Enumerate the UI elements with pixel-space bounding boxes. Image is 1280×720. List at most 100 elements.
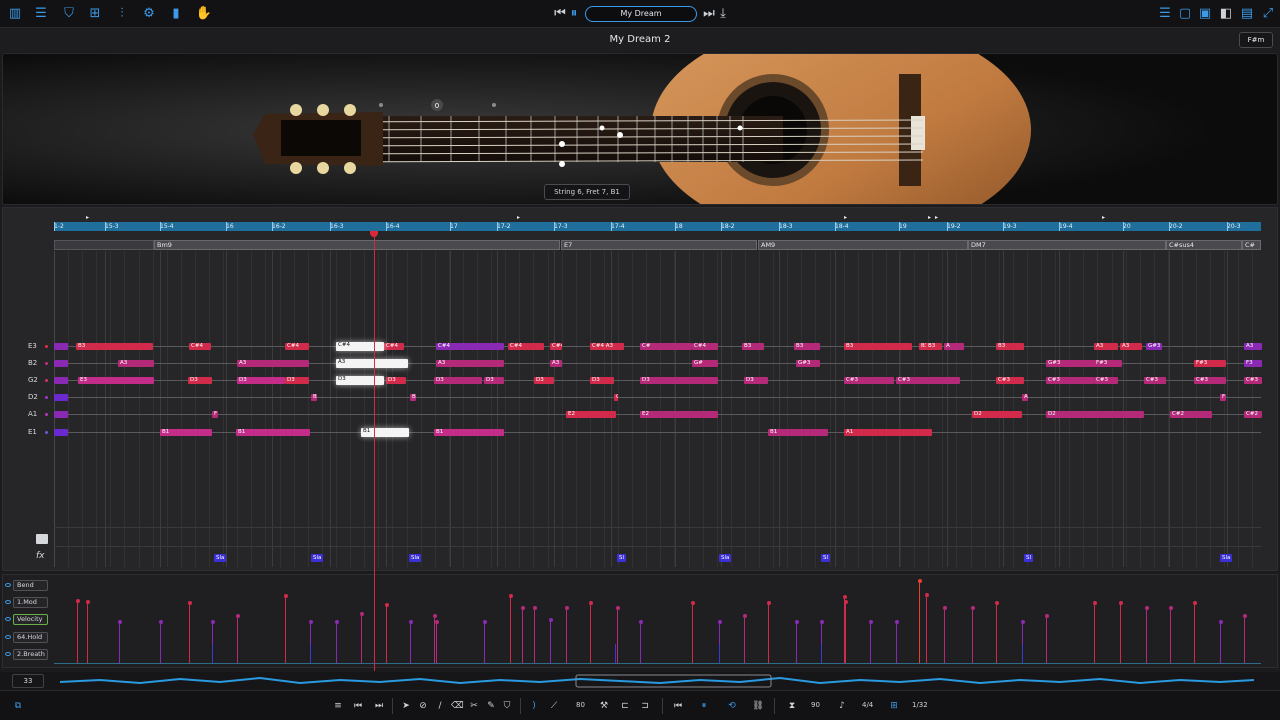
velocity-handle[interactable]	[334, 620, 339, 624]
prev-note-icon[interactable]: ⏮	[352, 700, 364, 712]
velocity-stem[interactable]	[510, 596, 511, 663]
mixer-panel-icon[interactable]: ▥	[6, 5, 24, 23]
velocity-handle[interactable]	[690, 601, 695, 605]
velocity-handle[interactable]	[482, 620, 487, 624]
velocity-handle[interactable]	[868, 620, 873, 624]
velocity-stem[interactable]	[944, 608, 945, 663]
velocity-handle[interactable]	[1168, 606, 1173, 610]
breath-stem[interactable]	[1022, 644, 1023, 663]
fx-slide-tag[interactable]: Sla	[1220, 554, 1233, 562]
velocity-stem[interactable]	[1244, 616, 1245, 663]
velocity-handle[interactable]	[924, 593, 929, 597]
note-block[interactable]: D3	[237, 377, 285, 384]
note-block[interactable]: C#	[640, 343, 692, 350]
velocity-handle[interactable]	[548, 618, 553, 622]
eye-icon[interactable]	[5, 583, 11, 587]
note-block[interactable]: C#4	[436, 343, 504, 350]
note-block[interactable]: E2	[640, 411, 718, 418]
velocity-stem[interactable]	[1220, 622, 1221, 663]
velocity-handle[interactable]	[75, 599, 80, 603]
note-block[interactable]: D3	[534, 377, 554, 384]
selected-note[interactable]: C#4	[336, 342, 384, 351]
automation-lane-button[interactable]: Bend	[13, 580, 48, 591]
time-signature[interactable]: 4/4	[862, 701, 873, 709]
velocity-stem[interactable]	[436, 622, 437, 663]
scissors-icon[interactable]: ✂	[468, 700, 480, 712]
chord-block[interactable]: C#	[1242, 240, 1261, 250]
note-block[interactable]: C#4	[384, 343, 404, 350]
note-block[interactable]: C#3	[1094, 377, 1118, 384]
velocity-stem[interactable]	[77, 601, 78, 663]
marker-icon[interactable]: ▸	[517, 214, 520, 221]
note-block[interactable]: D2	[1046, 411, 1144, 418]
velocity-handle[interactable]	[408, 620, 413, 624]
velocity-stem[interactable]	[845, 602, 846, 663]
automation-lane-button[interactable]: 1.Mod	[13, 597, 48, 608]
velocity-handle[interactable]	[717, 620, 722, 624]
chord-block[interactable]: Bm9	[154, 240, 560, 250]
fx-icon[interactable]: fx	[36, 551, 45, 561]
velocity-handle[interactable]	[308, 620, 313, 624]
note-block[interactable]: B3	[76, 343, 153, 350]
velocity-handle[interactable]	[384, 603, 389, 607]
brush-icon[interactable]: ✎	[485, 700, 497, 712]
note-block[interactable]: F#3	[1194, 360, 1226, 367]
speaker-icon[interactable]: ♪	[836, 700, 848, 712]
chord-block[interactable]: C#sus4	[1166, 240, 1242, 250]
velocity-handle[interactable]	[894, 620, 899, 624]
chord-block[interactable]: E7	[561, 240, 757, 250]
velocity-handle[interactable]	[843, 600, 848, 604]
breath-stem[interactable]	[821, 644, 822, 663]
chord-block[interactable]: DM7	[968, 240, 1166, 250]
velocity-handle[interactable]	[508, 594, 513, 598]
velocity-handle[interactable]	[638, 620, 643, 624]
eye-icon[interactable]	[5, 635, 11, 639]
note-block[interactable]: D3	[188, 377, 212, 384]
velocity-handle[interactable]	[1044, 614, 1049, 618]
key-selector[interactable]: F#m	[1239, 32, 1273, 48]
velocity-handle[interactable]	[1118, 601, 1123, 605]
velocity-stem[interactable]	[522, 608, 523, 663]
note-block[interactable]: C#4	[285, 343, 309, 350]
erase-icon[interactable]: ⌫	[451, 700, 464, 712]
note-block[interactable]: F#3	[1094, 360, 1118, 367]
selected-note[interactable]: D3	[336, 376, 384, 385]
velocity-stem[interactable]	[1120, 603, 1121, 663]
playhead[interactable]	[374, 231, 375, 671]
velocity-stem[interactable]	[119, 622, 120, 663]
note-block[interactable]: G#	[692, 360, 718, 367]
fx-slide-tag[interactable]: Sl	[1024, 554, 1034, 562]
note-block[interactable]: D3	[484, 377, 504, 384]
velocity-stem[interactable]	[692, 603, 693, 663]
pointer-icon[interactable]: ➤	[400, 700, 412, 712]
note-block[interactable]: A3	[1244, 343, 1262, 350]
velocity-stem[interactable]	[566, 608, 567, 663]
note-block[interactable]: E3	[78, 377, 154, 384]
velocity-stem[interactable]	[926, 595, 927, 663]
tracks-icon[interactable]: ☰	[32, 5, 50, 23]
velocity-stem[interactable]	[285, 596, 286, 663]
velocity-stem[interactable]	[744, 616, 745, 663]
note-block[interactable]: C#3	[1194, 377, 1226, 384]
velocity-stem[interactable]	[361, 614, 362, 663]
browser-icon[interactable]: ▤	[1238, 5, 1256, 23]
velocity-handle[interactable]	[615, 606, 620, 610]
note-block[interactable]: B3	[926, 343, 942, 350]
pause-icon[interactable]: ⏸	[565, 5, 583, 23]
note-block[interactable]: G#3	[1146, 343, 1162, 350]
rewind-icon[interactable]: ⏮	[672, 700, 684, 712]
bend-tool-icon[interactable]: )	[528, 700, 540, 712]
bracket-left-icon[interactable]: ⊏	[619, 700, 631, 712]
fx-slide-tag[interactable]: Sla	[214, 554, 227, 562]
note-block[interactable]: D3	[640, 377, 718, 384]
breath-stem[interactable]	[719, 644, 720, 663]
note-block[interactable]: B1	[236, 429, 310, 436]
eraser-icon[interactable]: ⊘	[417, 700, 429, 712]
velocity-stem[interactable]	[160, 622, 161, 663]
note-block[interactable]	[54, 394, 68, 401]
note-block[interactable]: B	[410, 394, 416, 401]
note-block[interactable]: E2	[566, 411, 616, 418]
velocity-handle[interactable]	[210, 620, 215, 624]
note-block[interactable]: B3	[844, 343, 912, 350]
note-block[interactable]: B3	[996, 343, 1024, 350]
